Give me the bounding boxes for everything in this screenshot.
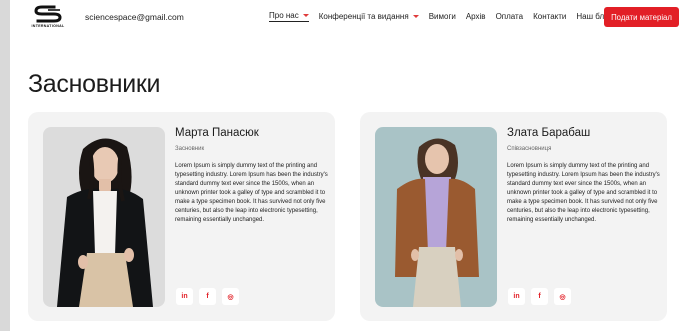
nav-item-payment[interactable]: Оплата — [496, 12, 524, 21]
founder-photo — [43, 127, 165, 307]
founder-card: Злата Барабаш Співзасновниця Lorem Ipsum… — [360, 112, 667, 321]
nav-item-requirements[interactable]: Вимоги — [429, 12, 456, 21]
nav-item-label: Архів — [465, 12, 486, 21]
founder-bio: Lorem Ipsum is simply dummy text of the … — [175, 163, 328, 223]
nav-item-label: Оплата — [495, 12, 524, 21]
nav-item-archive[interactable]: Архів — [466, 12, 486, 21]
contact-email[interactable]: sciencespace@gmail.com — [85, 12, 184, 22]
founder-info: Марта Панасюк Засновник Lorem Ipsum is s… — [175, 127, 331, 225]
site-logo[interactable]: INTERNATIONAL — [26, 4, 70, 30]
logo-mark-icon — [34, 5, 62, 23]
founder-bio: Lorem Ipsum is simply dummy text of the … — [507, 163, 660, 223]
social-links: in f ◎ — [508, 288, 577, 305]
founder-name: Марта Панасюк — [175, 127, 259, 139]
nav-item-label: Конференції та видання — [318, 12, 409, 21]
main-nav: Про нас Конференції та видання Вимоги Ар… — [269, 11, 622, 22]
nav-item-contacts[interactable]: Контакти — [533, 12, 566, 21]
nav-item-label: Контакти — [533, 12, 567, 21]
founder-info: Злата Барабаш Співзасновниця Lorem Ipsum… — [507, 127, 663, 225]
instagram-icon[interactable]: ◎ — [222, 288, 239, 305]
logo-text: INTERNATIONAL — [31, 24, 65, 28]
founder-role: Співзасновниця — [507, 146, 552, 152]
page: INTERNATIONAL sciencespace@gmail.com Про… — [10, 0, 687, 331]
social-links: in f ◎ — [176, 288, 245, 305]
founder-photo — [375, 127, 497, 307]
chevron-down-icon — [412, 15, 419, 18]
founder-card: Марта Панасюк Засновник Lorem Ipsum is s… — [28, 112, 335, 321]
linkedin-icon[interactable]: in — [508, 288, 525, 305]
founder-photo-image — [43, 127, 165, 307]
instagram-icon[interactable]: ◎ — [554, 288, 571, 305]
site-header: INTERNATIONAL sciencespace@gmail.com Про… — [10, 0, 687, 36]
nav-item-label: Вимоги — [428, 12, 456, 21]
founder-name: Злата Барабаш — [507, 127, 591, 139]
chevron-down-icon — [302, 14, 309, 17]
facebook-icon[interactable]: f — [199, 288, 216, 305]
founder-photo-image — [375, 127, 497, 307]
nav-item-conferences[interactable]: Конференції та видання — [319, 12, 419, 21]
founder-role: Засновник — [175, 146, 205, 152]
linkedin-icon[interactable]: in — [176, 288, 193, 305]
facebook-icon[interactable]: f — [531, 288, 548, 305]
page-title: Засновники — [28, 70, 161, 98]
nav-item-about[interactable]: Про нас — [269, 11, 309, 22]
submit-material-button[interactable]: Подати матеріал — [604, 7, 679, 27]
nav-item-label: Про нас — [269, 11, 299, 20]
